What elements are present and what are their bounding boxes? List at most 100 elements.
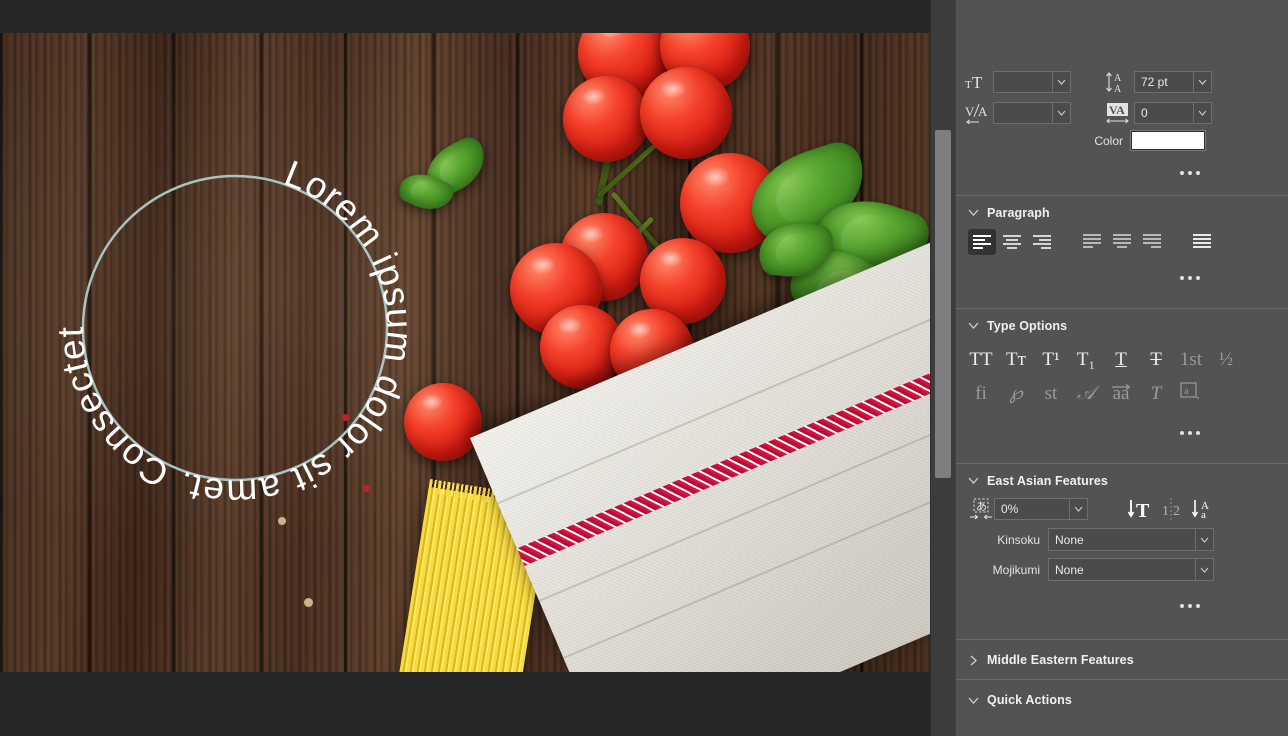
all-caps-button[interactable]: TT: [966, 342, 996, 372]
text-color-row: Color: [965, 130, 1206, 151]
artboard[interactable]: Lorem ipsum dolor sit amet. Consectetur: [0, 33, 930, 672]
chevron-down-icon[interactable]: [1052, 72, 1070, 92]
type-options-more-options-button[interactable]: [1180, 431, 1200, 435]
justify-all-button[interactable]: [1188, 229, 1216, 255]
svg-text:2: 2: [1173, 504, 1180, 519]
font-size-field[interactable]: [993, 71, 1071, 93]
kinsoku-row: Kinsoku None: [956, 528, 1288, 551]
kinsoku-label: Kinsoku: [997, 532, 1040, 547]
standard-ligatures-button[interactable]: fi: [966, 376, 996, 406]
chevron-down-icon[interactable]: [1193, 103, 1211, 123]
tomato-4: [640, 67, 732, 159]
tsume-row: あ 0% T 1 2 A a: [956, 497, 1288, 521]
contextual-alternates-button[interactable]: st: [1036, 376, 1066, 406]
circle-text-content: Lorem ipsum dolor sit amet. Consectetur: [40, 133, 421, 513]
align-center-button[interactable]: [998, 229, 1026, 255]
character-more-options-button[interactable]: [1180, 171, 1200, 175]
dot: [1196, 171, 1200, 175]
chevron-down-icon[interactable]: [1195, 529, 1213, 550]
dot: [1196, 604, 1200, 608]
discretionary-ligatures-button[interactable]: ℘: [1001, 376, 1031, 406]
tsume-field[interactable]: 0%: [994, 498, 1088, 520]
middle-eastern-features-section: Middle Eastern Features: [956, 640, 1288, 680]
superscript-button[interactable]: T¹: [1036, 342, 1066, 372]
kinsoku-field[interactable]: None: [1048, 528, 1214, 551]
underline-button[interactable]: T: [1106, 342, 1136, 372]
paragraph-align-buttons: [956, 229, 1288, 255]
chevron-down-icon[interactable]: [1052, 103, 1070, 123]
quick-actions-section-title: Quick Actions: [987, 693, 1072, 707]
color-label: Color: [1094, 133, 1123, 148]
strikethrough-button[interactable]: T: [1141, 342, 1171, 372]
tracking-field[interactable]: [993, 102, 1071, 124]
mojikumi-row: Mojikumi None: [956, 558, 1288, 581]
subscript-button[interactable]: T₁: [1071, 342, 1101, 372]
titling-alternates-button[interactable]: aa: [1106, 376, 1136, 406]
svg-text:T: T: [972, 73, 983, 92]
dot: [1180, 431, 1184, 435]
align-left-button[interactable]: [968, 229, 996, 255]
kerning-value: 0: [1141, 106, 1148, 120]
kerning-row: VA 0: [1104, 101, 1212, 125]
chevron-down-icon[interactable]: [1193, 72, 1211, 92]
svg-text:V: V: [965, 104, 975, 119]
chevron-down-icon[interactable]: [965, 473, 981, 489]
swash-button[interactable]: 𝒜: [1071, 376, 1101, 406]
chevron-right-icon[interactable]: [965, 652, 981, 668]
quick-actions-section-header[interactable]: Quick Actions: [956, 680, 1288, 720]
small-caps-button[interactable]: Tт: [1001, 342, 1031, 372]
justify-last-center-button[interactable]: [1108, 229, 1136, 255]
paragraph-section: Paragraph: [956, 196, 1288, 309]
dot: [1188, 276, 1192, 280]
dot: [1196, 276, 1200, 280]
properties-panel: Gulim Regular T T: [955, 0, 1288, 736]
dot: [1188, 171, 1192, 175]
align-right-button[interactable]: [1028, 229, 1056, 255]
paragraph-more-options-button[interactable]: [1180, 276, 1200, 280]
svg-text:a: a: [1184, 385, 1189, 397]
justify-last-right-button[interactable]: [1138, 229, 1166, 255]
type-options-section: Type Options TT Tт T¹ T₁ T T 1st ½ fi ℘ …: [956, 309, 1288, 464]
mojikumi-field[interactable]: None: [1048, 558, 1214, 581]
document-vertical-scrollbar[interactable]: [930, 0, 955, 736]
stylistic-alternates-button[interactable]: T: [1141, 376, 1171, 406]
dot: [1188, 431, 1192, 435]
chevron-down-icon[interactable]: [1195, 559, 1213, 580]
svg-text:A: A: [1114, 84, 1122, 93]
mojikumi-label: Mojikumi: [992, 562, 1040, 577]
text-on-circle-path[interactable]: Lorem ipsum dolor sit amet. Consectetur: [40, 133, 430, 523]
chevron-down-icon[interactable]: [965, 318, 981, 334]
fractions-button[interactable]: ½: [1211, 342, 1241, 372]
mojikumi-numbers-icon[interactable]: 1 2: [1158, 497, 1188, 521]
leading-value: 72 pt: [1141, 75, 1168, 89]
svg-text:T: T: [965, 79, 972, 91]
type-options-section-title: Type Options: [987, 318, 1068, 333]
glyph-box-button[interactable]: a: [1176, 376, 1206, 406]
chevron-down-icon[interactable]: [1069, 499, 1087, 519]
document-canvas-area[interactable]: Lorem ipsum dolor sit amet. Consectetur: [0, 0, 930, 736]
dot: [1188, 604, 1192, 608]
scrollbar-thumb[interactable]: [935, 130, 951, 478]
east-asian-section-title: East Asian Features: [987, 473, 1108, 488]
east-asian-section-header[interactable]: East Asian Features: [956, 464, 1288, 497]
paragraph-section-header[interactable]: Paragraph: [956, 196, 1288, 229]
middle-eastern-section-header[interactable]: Middle Eastern Features: [956, 640, 1288, 680]
type-options-row-1: TT Tт T¹ T₁ T T 1st ½: [956, 342, 1288, 372]
type-options-section-header[interactable]: Type Options: [956, 309, 1288, 342]
svg-text:A: A: [1114, 73, 1122, 84]
tate-chu-yoko-icon[interactable]: T: [1124, 497, 1158, 521]
leading-field[interactable]: 72 pt: [1134, 71, 1212, 93]
leading-icon: A A: [1104, 70, 1134, 94]
east-asian-more-options-button[interactable]: [1180, 604, 1200, 608]
kerning-field[interactable]: 0: [1134, 102, 1212, 124]
character-section: Gulim Regular T T: [956, 0, 1288, 196]
roman-hanging-punctuation-icon[interactable]: A a: [1188, 497, 1218, 521]
chevron-down-icon[interactable]: [965, 205, 981, 221]
chevron-down-icon[interactable]: [965, 692, 981, 708]
text-color-swatch[interactable]: [1130, 130, 1206, 151]
justify-last-left-button[interactable]: [1078, 229, 1106, 255]
svg-text:A: A: [978, 104, 988, 119]
ordinals-button[interactable]: 1st: [1176, 342, 1206, 372]
middle-eastern-section-title: Middle Eastern Features: [987, 653, 1134, 667]
kerning-icon: VA: [1104, 101, 1134, 125]
